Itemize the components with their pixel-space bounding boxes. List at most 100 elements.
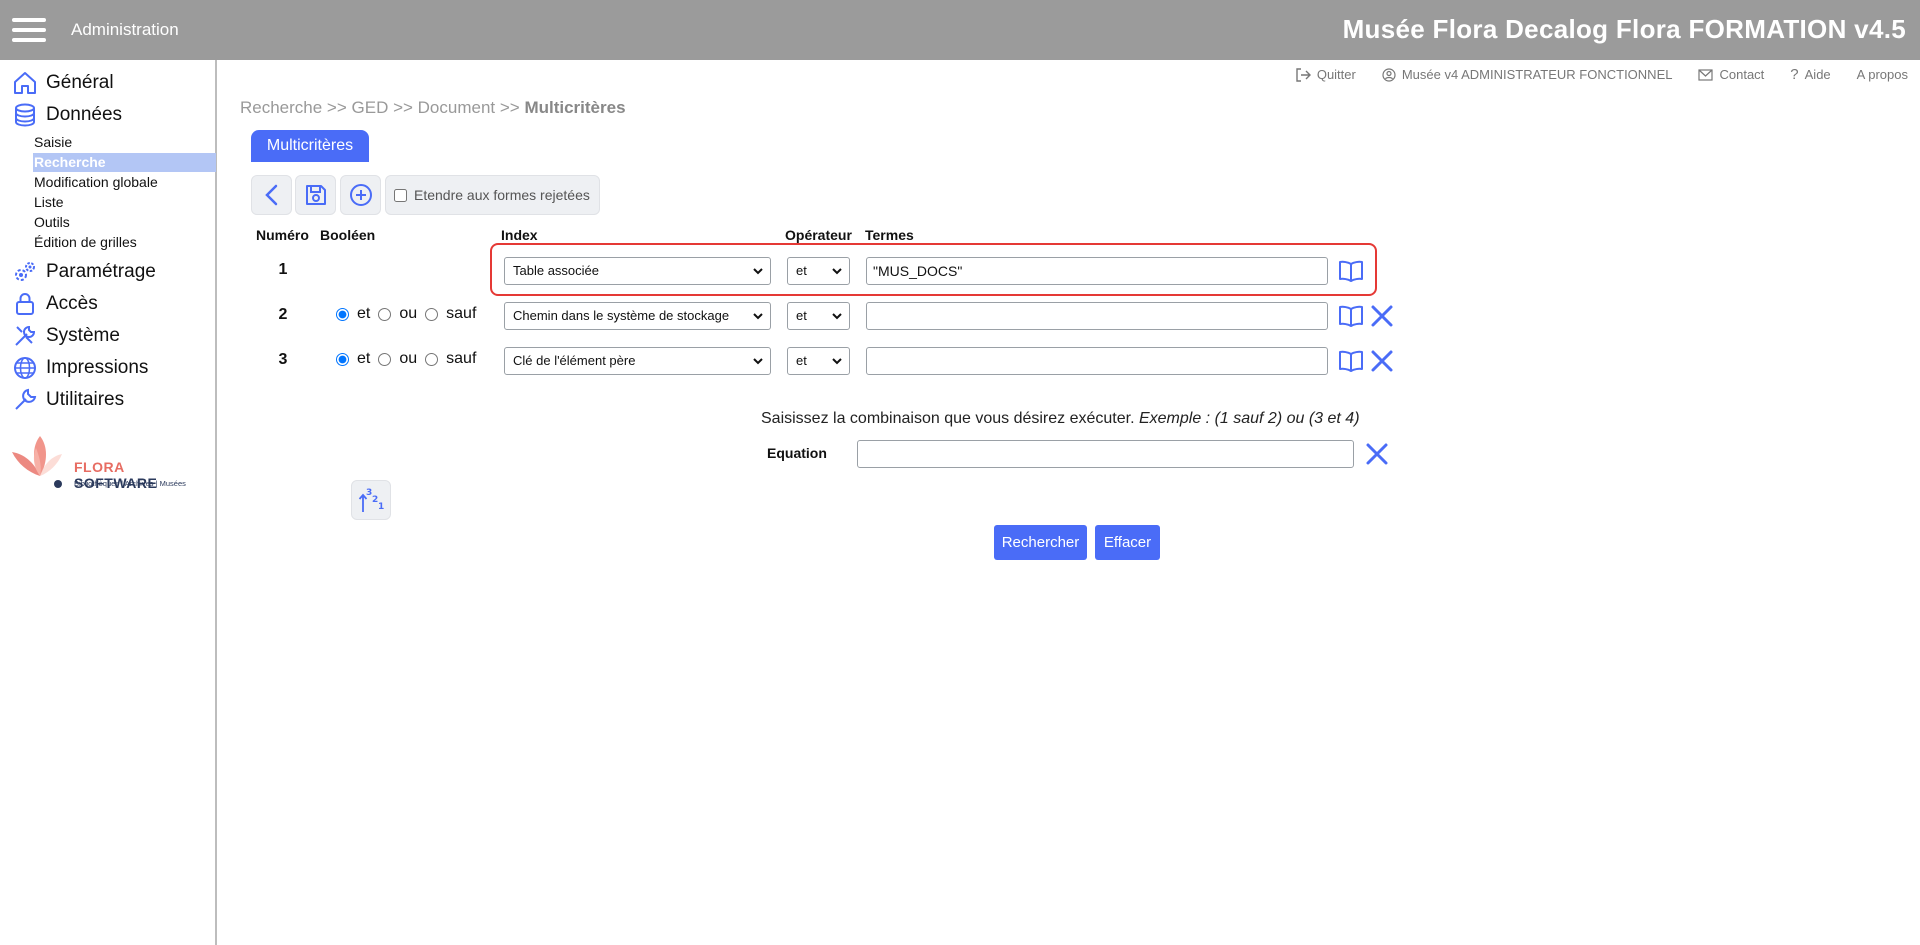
help-link[interactable]: ? Aide [1790, 66, 1830, 83]
row-number: 1 [278, 261, 288, 278]
open-book-icon [1339, 305, 1363, 327]
close-icon [1366, 443, 1388, 465]
thesaurus-button[interactable] [1337, 257, 1365, 285]
globe-icon [14, 357, 36, 379]
row-number: 2 [278, 306, 288, 323]
boolean-ou-radio[interactable] [378, 352, 392, 366]
sort-numeric-icon: 3 2 1 [358, 488, 384, 512]
nav-item-utilitaires[interactable]: Utilitaires [12, 386, 124, 414]
column-header-operateur: Opérateur [785, 227, 852, 243]
nav-item-general[interactable]: Général [12, 69, 114, 97]
chevron-down-icon [832, 313, 842, 320]
sidebar-item-liste[interactable]: Liste [33, 193, 216, 212]
back-button[interactable] [251, 175, 292, 215]
column-header-index: Index [501, 227, 538, 243]
combination-instruction: Saisissez la combinaison que vous désire… [761, 410, 1360, 427]
boolean-options: et ou sauf [336, 350, 484, 368]
plus-circle-icon [349, 184, 372, 206]
operator-select[interactable]: et [787, 302, 850, 330]
nav-item-impressions[interactable]: Impressions [12, 354, 148, 382]
term-input[interactable] [866, 347, 1328, 375]
clear-button[interactable]: Effacer [1095, 525, 1160, 560]
chevron-down-icon [832, 268, 842, 275]
sidebar-item-modification-globale[interactable]: Modification globale [33, 173, 216, 192]
lock-icon [16, 292, 34, 315]
sidebar-item-edition-grilles[interactable]: Édition de grilles [33, 233, 216, 252]
user-link[interactable]: Musée v4 ADMINISTRATEUR FONCTIONNEL [1382, 66, 1672, 83]
extend-rejected-forms-checkbox[interactable] [394, 188, 407, 202]
nav-item-systeme[interactable]: Système [12, 322, 120, 350]
svg-text:1: 1 [378, 502, 384, 512]
top-bar: Administration Musée Flora Decalog Flora… [0, 0, 1920, 60]
remove-row-button[interactable] [1368, 347, 1396, 375]
thesaurus-button[interactable] [1337, 347, 1365, 375]
breadcrumb-trail: Recherche >> GED >> Document >> [240, 98, 525, 117]
quit-link[interactable]: Quitter [1295, 66, 1356, 83]
contact-link[interactable]: Contact [1698, 66, 1764, 83]
header-links: Quitter Musée v4 ADMINISTRATEUR FONCTION… [1269, 66, 1908, 83]
boolean-et-radio[interactable] [336, 352, 349, 366]
close-icon [1371, 305, 1393, 327]
breadcrumb: Recherche >> GED >> Document >> Multicri… [240, 98, 626, 118]
search-button[interactable]: Rechercher [994, 525, 1087, 560]
equation-input[interactable] [857, 440, 1354, 468]
home-icon [14, 72, 36, 94]
brand-tagline: Bibliothèques | Archives | Musées [74, 479, 186, 488]
open-book-icon [1339, 350, 1363, 372]
term-input[interactable]: "MUS_DOCS" [866, 257, 1328, 285]
index-select[interactable]: Table associée [504, 257, 771, 285]
sidebar-item-saisie[interactable]: Saisie [33, 133, 216, 152]
clear-equation-button[interactable] [1363, 440, 1391, 468]
brand-name-a: FLORA [74, 459, 125, 475]
about-link[interactable]: A propos [1857, 66, 1908, 83]
close-icon [1371, 350, 1393, 372]
app-title: Musée Flora Decalog Flora FORMATION v4.5 [1342, 14, 1906, 44]
sidebar: Général Données Saisie Recherche Modific… [0, 60, 217, 945]
hamburger-menu-icon[interactable] [12, 18, 46, 42]
sidebar-item-outils[interactable]: Outils [33, 213, 216, 232]
tools-icon [15, 325, 36, 346]
nav-item-donnees[interactable]: Données [12, 101, 122, 129]
question-icon: ? [1790, 66, 1799, 83]
chevron-down-icon [753, 268, 763, 275]
boolean-sauf-radio[interactable] [425, 307, 439, 321]
gears-icon [15, 262, 35, 281]
chevron-down-icon [753, 358, 763, 365]
column-header-numero: Numéro [256, 227, 309, 243]
boolean-options: et ou sauf [336, 305, 484, 323]
envelope-icon [1698, 68, 1714, 81]
nav-item-acces[interactable]: Accès [12, 290, 98, 318]
combination-example: Exemple : (1 sauf 2) ou (3 et 4) [1138, 410, 1360, 427]
nav-item-parametrage[interactable]: Paramétrage [12, 258, 156, 286]
wrench-icon [15, 388, 37, 410]
save-button[interactable] [295, 175, 336, 215]
term-input[interactable] [866, 302, 1328, 330]
remove-row-button[interactable] [1368, 302, 1396, 330]
boolean-ou-radio[interactable] [378, 307, 392, 321]
index-select[interactable]: Clé de l'élément père [504, 347, 771, 375]
operator-select[interactable]: et [787, 257, 850, 285]
floppy-disk-icon [305, 185, 326, 205]
column-header-termes: Termes [865, 227, 914, 243]
breadcrumb-current: Multicritères [524, 98, 626, 117]
chevron-left-icon [264, 184, 277, 206]
add-criterion-button[interactable] [340, 175, 381, 215]
column-header-booleen: Booléen [320, 227, 376, 243]
operator-select[interactable]: et [787, 347, 850, 375]
tab-multicriteres[interactable]: Multicritères [251, 130, 369, 162]
row-number: 3 [278, 351, 288, 368]
flora-lotus-icon [12, 436, 62, 488]
section-title: Administration [71, 20, 179, 39]
boolean-et-radio[interactable] [336, 307, 349, 321]
user-circle-icon [1382, 67, 1396, 82]
boolean-sauf-radio[interactable] [425, 352, 439, 366]
equation-label: Equation [767, 445, 827, 461]
open-book-icon [1339, 260, 1363, 282]
sort-button[interactable]: 3 2 1 [351, 480, 391, 520]
database-icon [15, 103, 35, 127]
thesaurus-button[interactable] [1337, 302, 1365, 330]
sidebar-item-recherche[interactable]: Recherche [33, 153, 216, 172]
extend-rejected-forms-option[interactable]: Etendre aux formes rejetées [385, 175, 600, 215]
logout-icon [1296, 67, 1311, 82]
index-select[interactable]: Chemin dans le système de stockage [504, 302, 771, 330]
